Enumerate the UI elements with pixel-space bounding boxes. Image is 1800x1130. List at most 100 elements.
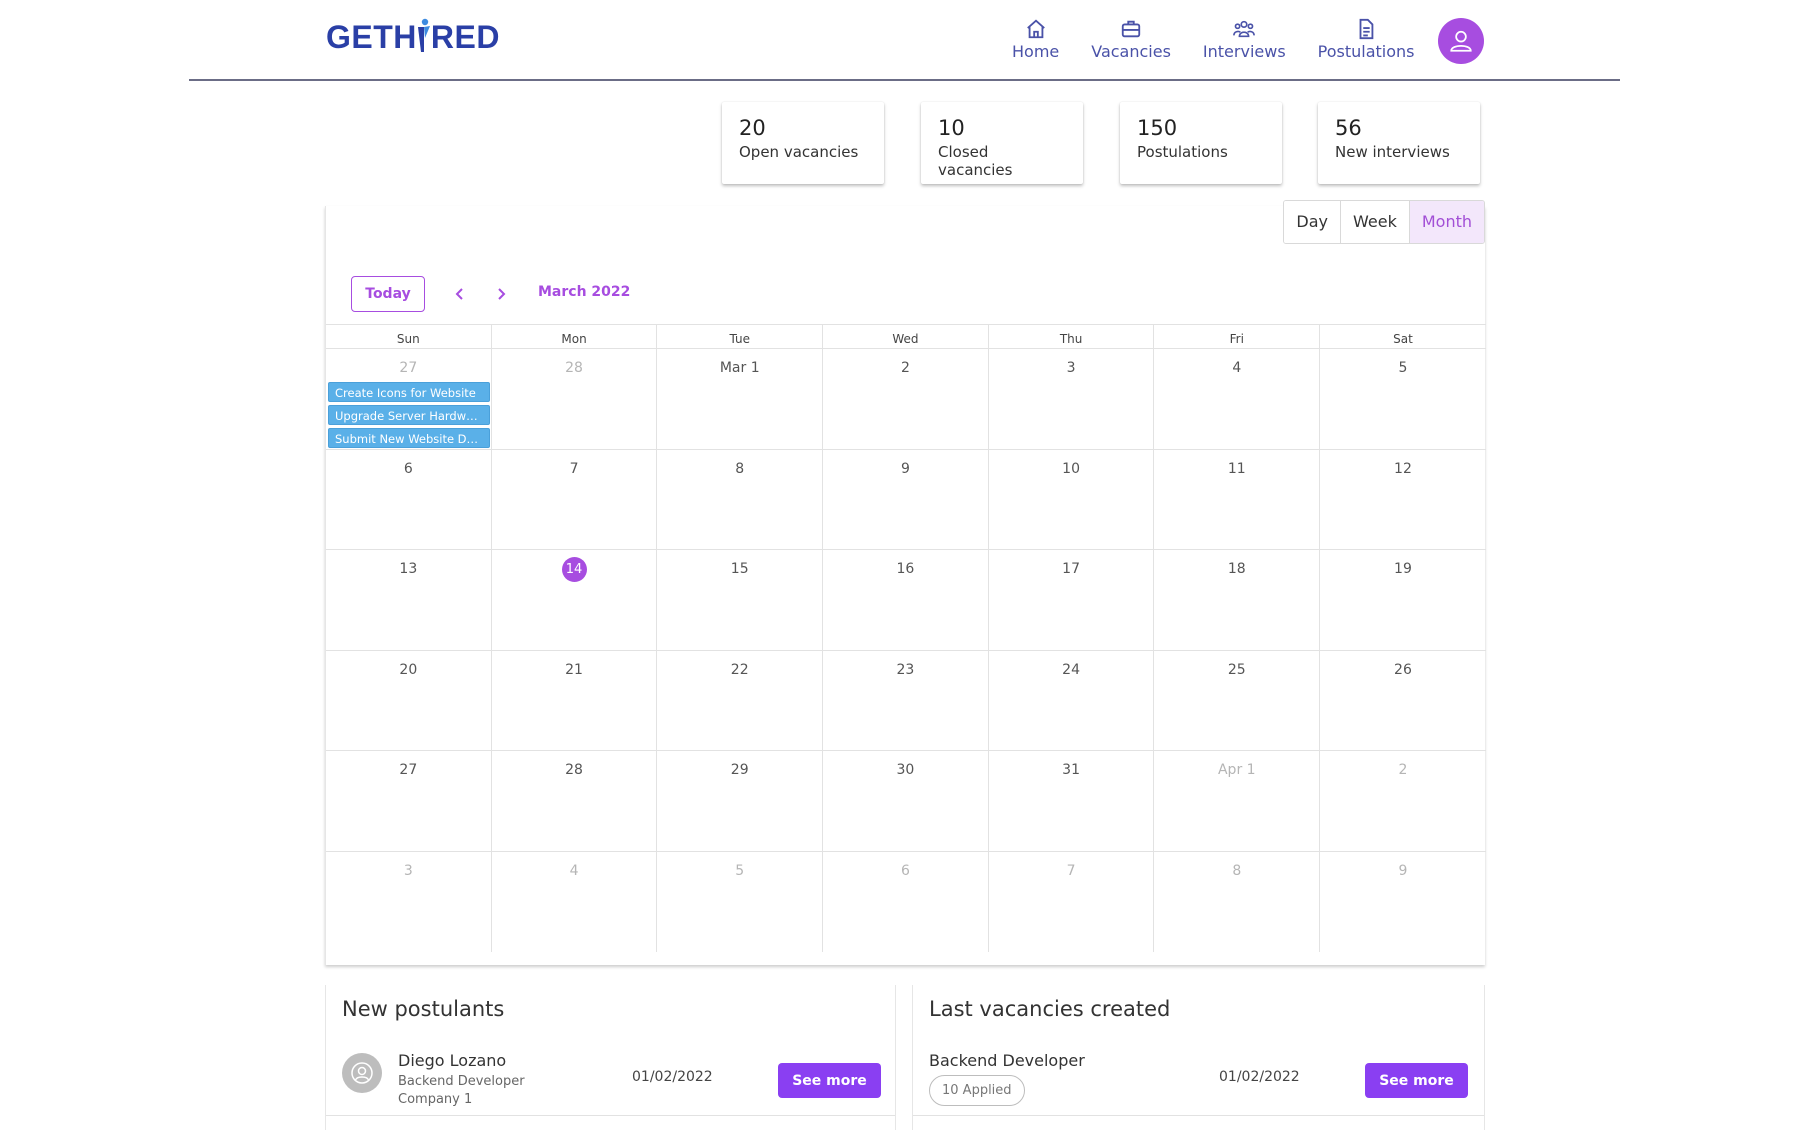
date-number: 30 xyxy=(896,762,915,778)
calendar-day-cell[interactable]: 7 xyxy=(492,449,658,549)
date-number: 6 xyxy=(403,460,413,477)
calendar-day-cell[interactable]: 6 xyxy=(823,851,989,952)
calendar-day-cell[interactable]: 27 xyxy=(326,751,492,851)
calendar-day-cell[interactable]: 23 xyxy=(823,650,989,750)
date-number: 9 xyxy=(1398,862,1408,879)
calendar-day-cell[interactable]: 14 xyxy=(492,550,658,650)
calendar-day-cell[interactable]: 6 xyxy=(326,449,492,549)
today-button[interactable]: Today xyxy=(351,276,425,312)
stat-value: 10 xyxy=(938,116,965,140)
chevron-left-icon xyxy=(455,288,463,300)
user-circle-icon xyxy=(351,1062,373,1084)
calendar-event[interactable]: Create Icons for Website xyxy=(328,382,490,402)
calendar-day-cell[interactable]: 27 Create Icons for Website Upgrade Server… xyxy=(326,349,492,449)
calendar-day-cell[interactable]: Apr 1 xyxy=(1154,751,1321,851)
nav-postulations-label: Postulations xyxy=(1317,42,1415,61)
calendar-day-cell[interactable]: 8 xyxy=(657,449,824,549)
calendar-day-cell[interactable]: 22 xyxy=(657,650,824,750)
calendar-day-cell[interactable]: 18 xyxy=(1154,550,1321,650)
calendar-day-cell[interactable]: 21 xyxy=(492,650,658,750)
calendar-day-cell[interactable]: 12 xyxy=(1320,450,1486,550)
stat-card-open-vacancies: 20 Open vacancies xyxy=(722,102,884,184)
calendar-day-cell[interactable]: 5 xyxy=(1320,349,1486,449)
calendar-day-cell[interactable]: 10 xyxy=(989,449,1155,549)
gethired-logo[interactable]: GETH RED xyxy=(326,18,500,56)
calendar-week-row: 27 28 29 30 31 Apr 1 2 xyxy=(326,751,1486,852)
nav-interviews[interactable]: Interviews xyxy=(1203,18,1286,61)
calendar-day-cell[interactable]: 19 xyxy=(1320,550,1486,650)
date-number: 18 xyxy=(1227,561,1246,577)
logo-text-left: GETH xyxy=(326,19,417,55)
calendar-day-cell[interactable]: 3 xyxy=(326,851,492,952)
calendar-day-cell[interactable]: 17 xyxy=(989,550,1155,650)
calendar-day-cell[interactable]: 29 xyxy=(657,751,824,851)
stat-label: Closed vacancies xyxy=(938,143,1013,179)
calendar-event[interactable]: Upgrade Server Hardware xyxy=(328,405,490,425)
document-icon xyxy=(1359,18,1374,40)
calendar-day-cell[interactable]: 7 xyxy=(989,851,1155,952)
nav-interviews-label: Interviews xyxy=(1202,42,1286,61)
calendar-day-cell[interactable]: 13 xyxy=(326,550,492,650)
vacancy-date: 01/02/2022 xyxy=(1219,1069,1300,1085)
calendar-day-cell[interactable]: 26 xyxy=(1320,651,1486,751)
weekday-header: Tue xyxy=(657,325,824,348)
date-number: 3 xyxy=(1066,360,1076,376)
calendar-event[interactable]: Submit New Website Desi... xyxy=(328,428,490,448)
event-list: Create Icons for Website Upgrade Server H… xyxy=(328,382,490,451)
calendar-day-cell[interactable]: 16 xyxy=(823,550,989,650)
calendar-day-cell[interactable]: 30 xyxy=(823,751,989,851)
calendar-day-cell[interactable]: 28 xyxy=(492,349,658,449)
calendar-day-cell[interactable]: 28 xyxy=(492,751,658,851)
nav-postulations[interactable]: Postulations xyxy=(1318,18,1415,61)
date-number: 17 xyxy=(1062,561,1080,577)
stat-card-closed-vacancies: 10 Closed vacancies xyxy=(921,102,1083,184)
next-month-button[interactable] xyxy=(489,282,513,306)
date-number: 28 xyxy=(565,360,583,376)
calendar-day-cell[interactable]: 4 xyxy=(1154,349,1321,449)
calendar-day-cell[interactable]: 24 xyxy=(989,650,1155,750)
top-header: GETH RED Home Vacancies Interviews Postul… xyxy=(189,0,1620,81)
date-number: 7 xyxy=(1066,862,1076,879)
calendar-day-cell[interactable]: 9 xyxy=(823,449,989,549)
vacancy-title: Backend Developer xyxy=(929,1051,1085,1070)
date-number: 11 xyxy=(1227,460,1246,477)
calendar-day-cell[interactable]: 2 xyxy=(1320,751,1486,851)
nav-vacancies[interactable]: Vacancies xyxy=(1091,18,1171,61)
calendar-day-cell[interactable]: 8 xyxy=(1154,851,1321,952)
date-number: 5 xyxy=(735,862,745,879)
calendar-day-cell[interactable]: 25 xyxy=(1154,650,1321,750)
calendar-day-cell[interactable]: 20 xyxy=(326,650,492,750)
see-more-button[interactable]: See more xyxy=(778,1063,881,1098)
calendar-day-cell[interactable]: 5 xyxy=(657,851,824,952)
nav-home[interactable]: Home xyxy=(1012,18,1059,61)
calendar-day-cell[interactable]: 3 xyxy=(989,349,1155,449)
view-week-button[interactable]: Week xyxy=(1341,201,1410,243)
calendar-week-row: 6 7 8 9 10 11 12 xyxy=(326,449,1486,550)
view-day-button[interactable]: Day xyxy=(1284,201,1341,243)
date-number: 27 xyxy=(399,360,418,376)
logo-figure-icon xyxy=(417,18,431,52)
see-more-button[interactable]: See more xyxy=(1365,1063,1468,1098)
weekday-header: Wed xyxy=(823,325,989,348)
panel-title: Last vacancies created xyxy=(929,997,1171,1021)
today-date-number: 14 xyxy=(561,557,587,582)
view-month-button[interactable]: Month xyxy=(1409,201,1484,243)
profile-button[interactable] xyxy=(1438,18,1484,64)
weekday-header: Fri xyxy=(1154,325,1321,348)
date-number: 24 xyxy=(1062,661,1080,678)
prev-month-button[interactable] xyxy=(448,282,472,306)
calendar-day-cell[interactable]: 9 xyxy=(1320,852,1486,953)
stat-value: 20 xyxy=(739,116,766,140)
calendar-day-cell[interactable]: 11 xyxy=(1154,449,1321,549)
calendar-week-row: 20 21 22 23 24 25 26 xyxy=(326,650,1486,751)
calendar-day-cell[interactable]: Mar 1 xyxy=(657,349,824,449)
calendar-day-cell[interactable]: 2 xyxy=(823,349,989,449)
calendar-day-cell[interactable]: 15 xyxy=(657,550,824,650)
calendar-panel: Day Week Month Today March 2022 Sun Mon Tu… xyxy=(325,200,1486,965)
calendar-day-cell[interactable]: 31 xyxy=(989,751,1155,851)
main-nav: Home Vacancies Interviews Postulations xyxy=(1012,18,1447,61)
stat-card-new-interviews: 56 New interviews xyxy=(1318,102,1480,184)
date-number: 27 xyxy=(399,762,418,778)
calendar-day-cell[interactable]: 4 xyxy=(492,851,658,952)
stat-label: New interviews xyxy=(1335,143,1450,161)
